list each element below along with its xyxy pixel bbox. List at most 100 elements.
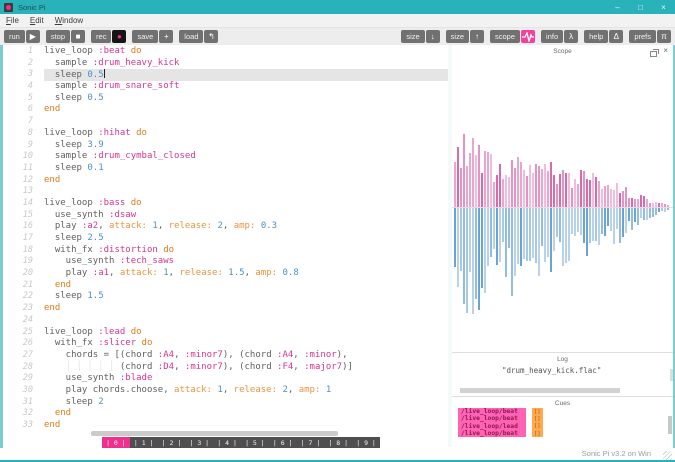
cues-vertical-scrollbar[interactable] [668,416,672,434]
code-line-30[interactable]: 30 play chords.choose, attack: 1, releas… [3,385,448,397]
scope-bar-right-channel [586,208,588,256]
buffer-tab-0[interactable]: | 0 | [102,437,130,448]
code-line-15[interactable]: 15 use_synth :dsaw [3,210,448,222]
scope-bar-right-channel [457,208,459,287]
scope-bar-right-channel [544,208,546,262]
run-button[interactable]: run ▶ [4,30,40,43]
code-line-14[interactable]: 14 live_loop :bass do [3,198,448,210]
code-line-19[interactable]: 19 use_synth :tech_saws [3,256,448,268]
info-button[interactable]: info λ [541,30,579,43]
code-line-6[interactable]: 6 end [3,104,448,116]
app-icon [4,2,13,12]
buffer-tab-4[interactable]: | 4 | [213,437,241,448]
scope-bar-left-channel [610,188,612,207]
line-number: 18 [22,244,33,255]
code-line-10[interactable]: 10 sample :drum_cymbal_closed [3,151,448,163]
log-entry: "drum_heavy_kick.flac" [502,366,602,375]
code-line-16[interactable]: 16 play :a2, attack: 1, release: 2, amp:… [3,221,448,233]
line-content: sleep 0.5 [44,92,104,103]
code-line-29[interactable]: 29 use_synth :blade [3,373,448,385]
code-line-17[interactable]: 17 sleep 2.5 [3,233,448,245]
line-content: │ │ │ │ │ (chord :D4, :minor7), (chord :… [44,361,353,372]
code-line-8[interactable]: 8 live_loop :hihat do [3,128,448,140]
code-line-2[interactable]: 2 sample :drum_heavy_kick [3,58,448,70]
scope-bar-right-channel [553,208,555,252]
cue-args: [] [532,422,543,430]
code-line-3[interactable]: 3 sleep 0.5 [3,69,448,82]
buffer-tab-1[interactable]: | 1 | [130,437,158,448]
line-content: use_synth :blade [44,373,153,384]
code-editor[interactable]: 1 live_loop :beat do 2 sample :drum_heavy_… [3,45,448,448]
code-line-32[interactable]: 32 end [3,408,448,420]
close-button[interactable]: × [652,0,675,14]
prefs-button[interactable]: prefs π [629,30,671,43]
code-line-27[interactable]: 27 chords = [(chord :A4, :minor7), (chor… [3,350,448,362]
code-line-18[interactable]: 18 with_fx :distortion do [3,245,448,257]
scope-button[interactable]: scope [490,30,536,43]
maximize-button[interactable]: □ [629,0,652,14]
code-line-31[interactable]: 31 sleep 2 [3,397,448,409]
line-number: 5 [27,92,33,103]
buffer-tab-7[interactable]: | 7 | [297,437,325,448]
code-line-26[interactable]: 26 with_fx :slicer do [3,338,448,350]
code-line-28[interactable]: 28 │ │ │ │ │ (chord :D4, :minor7), (chor… [3,362,448,374]
size-up-button[interactable]: size ↑ [445,30,485,43]
scope-bar-right-channel [454,208,456,267]
code-line-7[interactable]: 7 [3,116,448,128]
code-line-4[interactable]: 4 sample :drum_snare_soft [3,81,448,93]
log-vertical-scrollbar[interactable] [670,369,673,381]
scope-bar-left-channel [478,145,480,207]
code-line-11[interactable]: 11 sleep 0.1 [3,163,448,175]
buffer-tab-3[interactable]: | 3 | [185,437,213,448]
line-number: 31 [22,396,33,407]
code-line-25[interactable]: 25 live_loop :lead do [3,327,448,339]
scope-bar-left-channel [637,199,639,207]
code-line-5[interactable]: 5 sleep 0.5 [3,93,448,105]
code-line-23[interactable]: 23 end [3,303,448,315]
line-content: live_loop :bass do [44,197,142,208]
scope-bar-left-channel [535,164,537,207]
scope-bar-left-channel [499,163,501,207]
save-button[interactable]: save + [132,30,174,43]
buffer-tab-6[interactable]: | 6 | [269,437,297,448]
scope-bar-right-channel [517,208,519,265]
code-line-33[interactable]: 33 end [3,420,448,432]
scope-bar-right-channel [508,208,510,249]
buffer-tabbar: | 0 | | 1 | | 2 | | 3 | | 4 | | 5 | | 6 | | 7 |… [102,437,380,448]
code-line-9[interactable]: 9 sleep 3.9 [3,140,448,152]
line-number: 19 [22,256,33,267]
buffer-tab-9[interactable]: | 9 | [352,437,380,448]
code-lines[interactable]: 1 live_loop :beat do 2 sample :drum_heavy_… [3,46,448,432]
buffer-tab-5[interactable]: | 5 | [241,437,269,448]
load-button[interactable]: load ↰ [179,30,219,43]
scope-bar-right-channel [637,208,639,225]
code-line-21[interactable]: 21 end [3,280,448,292]
rec-button[interactable]: rec ● [91,30,127,43]
titlebar[interactable]: Sonic Pi – □ × [0,0,675,14]
editor-horizontal-scrollbar[interactable] [91,431,338,436]
buffer-tab-2[interactable]: | 2 | [158,437,186,448]
menu-edit[interactable]: Edit [30,16,44,25]
buffer-tab-8[interactable]: | 8 | [324,437,352,448]
code-line-20[interactable]: 20 play :a1, attack: 1, release: 1.5, am… [3,268,448,280]
log-horizontal-scrollbar[interactable] [460,388,620,393]
code-line-24[interactable]: 24 [3,315,448,327]
help-button[interactable]: help Δ [584,30,624,43]
resize-grip-icon[interactable] [663,451,672,460]
scope-bar-left-channel [547,170,549,207]
minimize-button[interactable]: – [606,0,629,14]
menu-window[interactable]: Window [55,16,83,25]
menu-file[interactable]: File [6,16,19,25]
scope-bar-left-channel [526,175,528,207]
code-line-1[interactable]: 1 live_loop :beat do [3,46,448,58]
stop-button[interactable]: stop ■ [45,30,86,43]
scope-bar-left-channel [514,168,516,207]
code-line-12[interactable]: 12 end [3,175,448,187]
line-number: 30 [22,384,33,395]
code-line-22[interactable]: 22 sleep 1.5 [3,291,448,303]
scope-bar-right-channel [631,208,633,230]
scope-bar-left-channel [664,204,666,207]
code-line-13[interactable]: 13 [3,186,448,198]
scope-bar-right-channel [493,208,495,249]
size-down-button[interactable]: size ↓ [401,30,440,43]
